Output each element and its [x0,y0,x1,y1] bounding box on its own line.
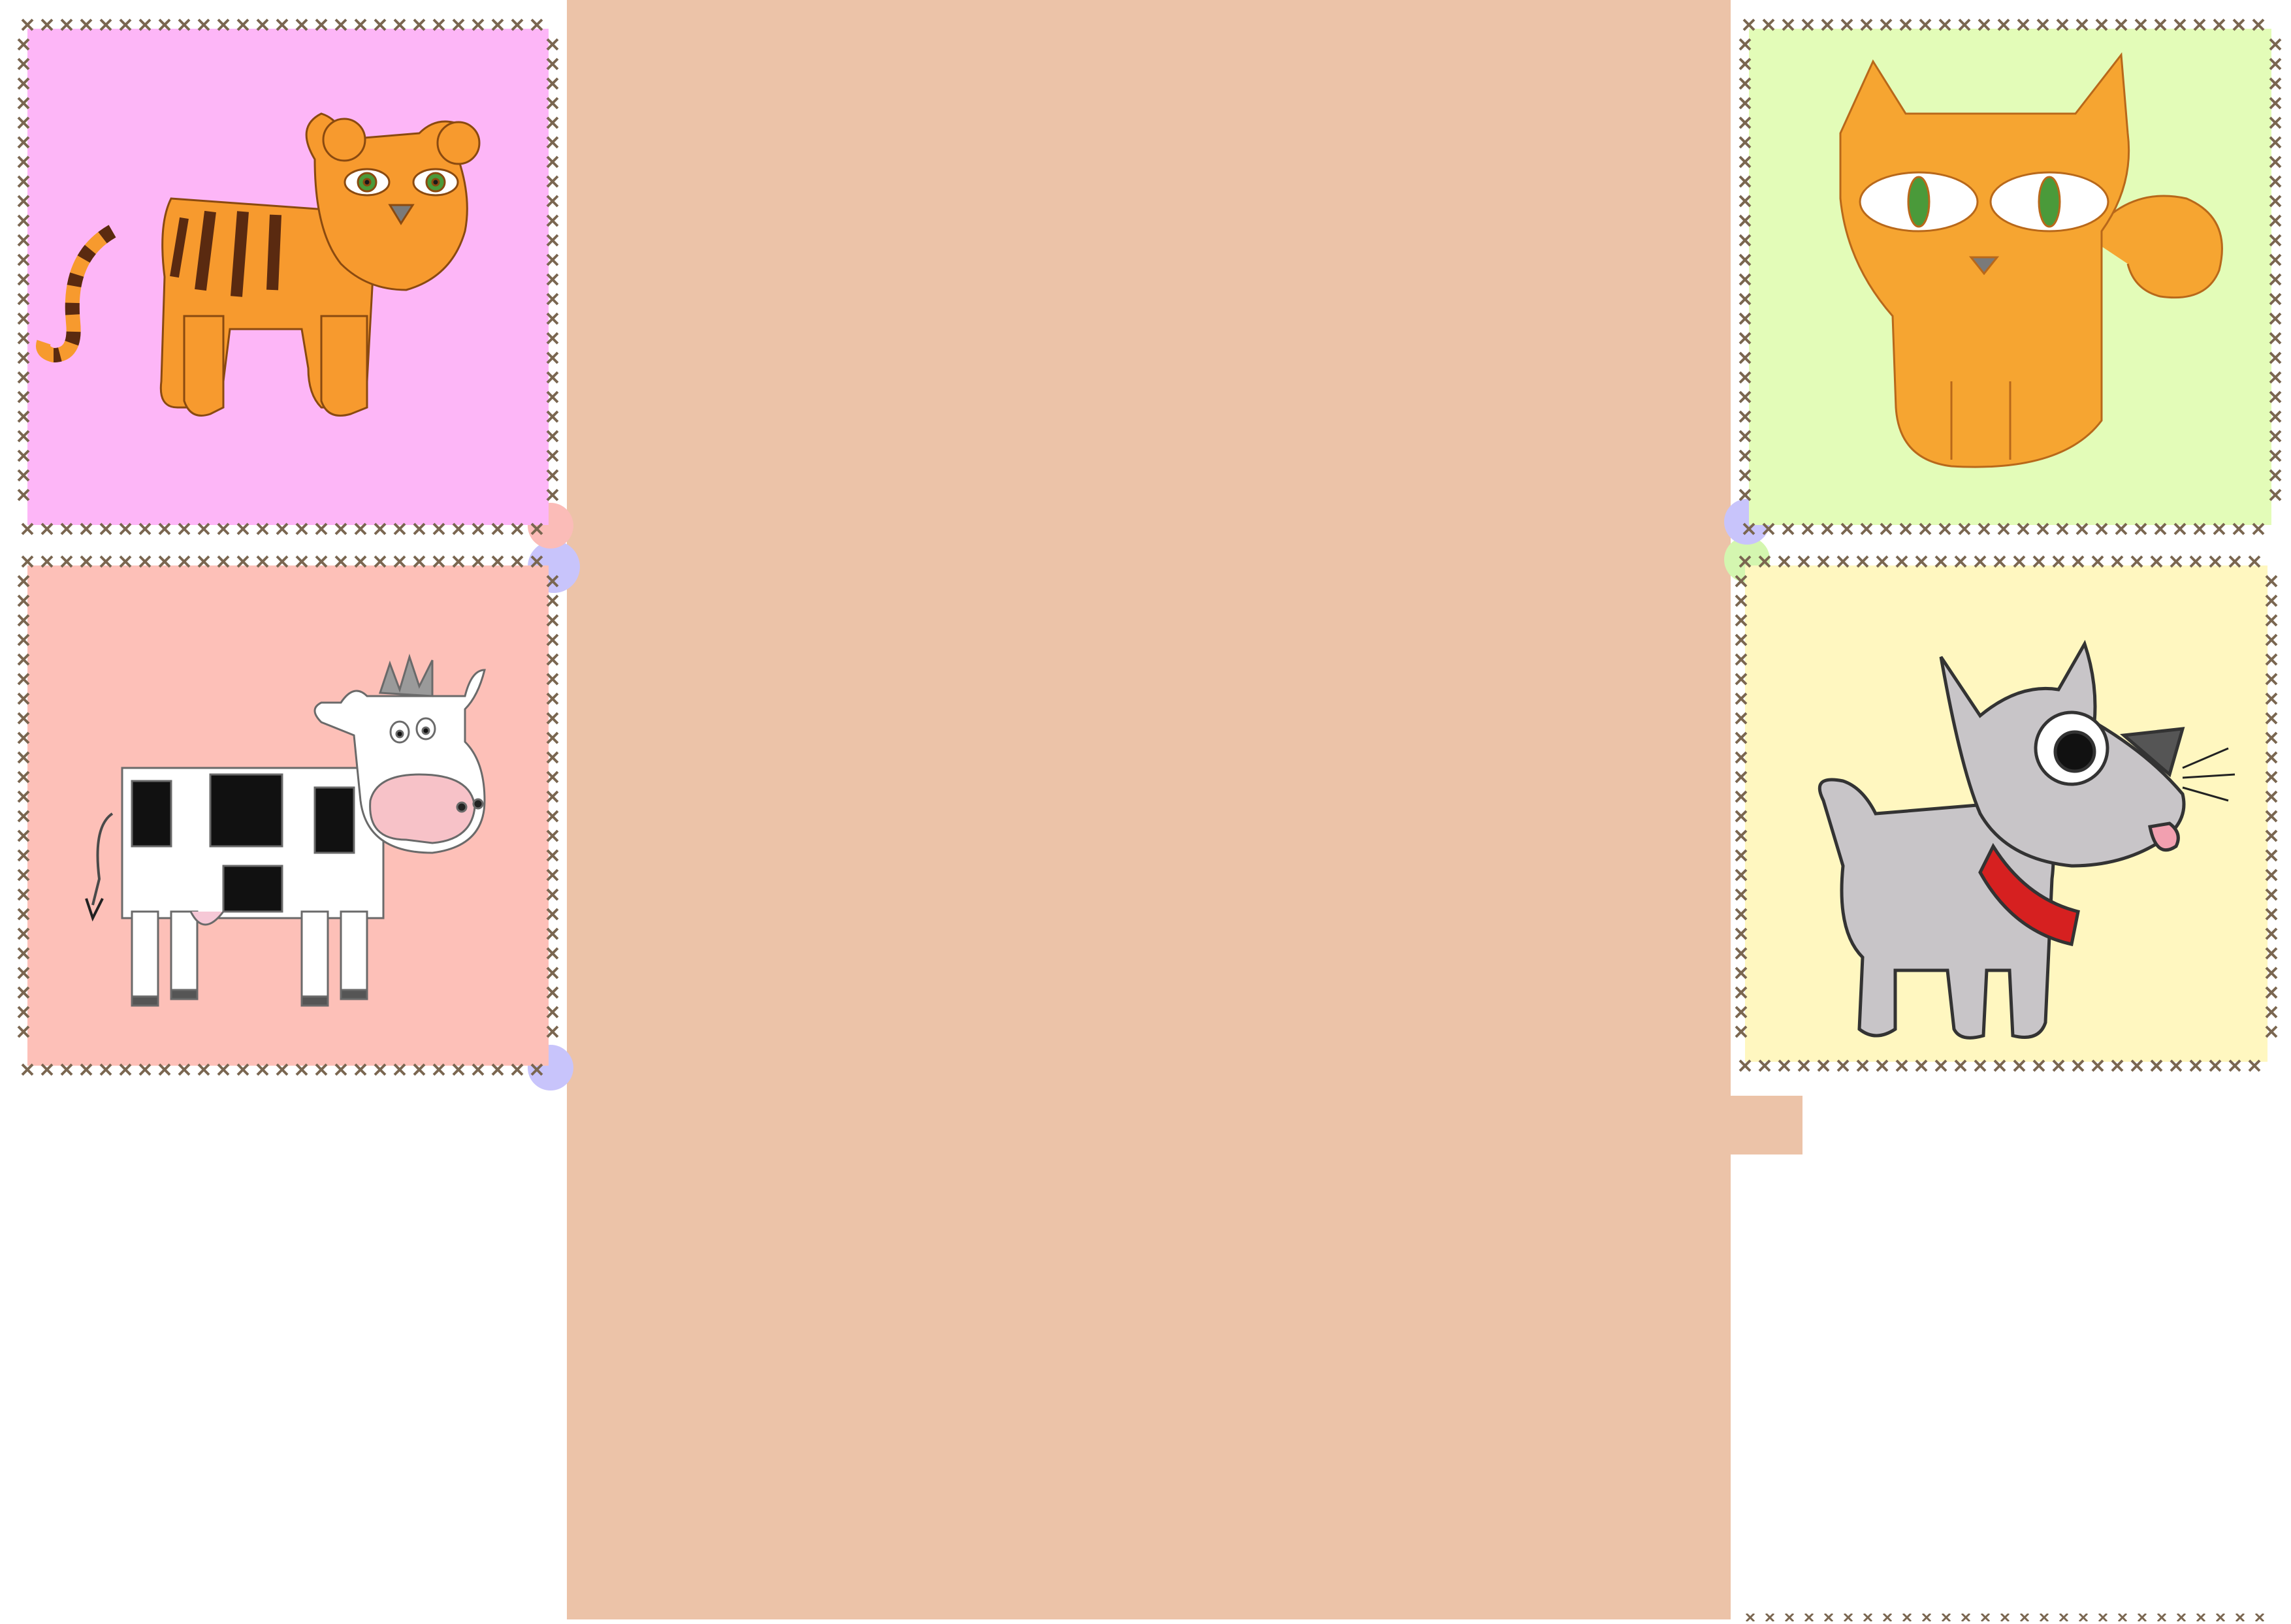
cow-icon [17,555,559,1076]
center-panel-tab [1724,1096,1802,1154]
cat-card [1736,16,2284,538]
dog-card [1732,552,2281,1075]
cow-card [14,552,562,1079]
bottom-stitch-trim [1744,1612,2273,1623]
tiger-icon [17,18,559,535]
center-panel [567,0,1731,1619]
dog-icon [1735,555,2278,1072]
page [0,0,2291,1623]
cat-icon [1738,18,2282,535]
tiger-card [14,16,562,538]
